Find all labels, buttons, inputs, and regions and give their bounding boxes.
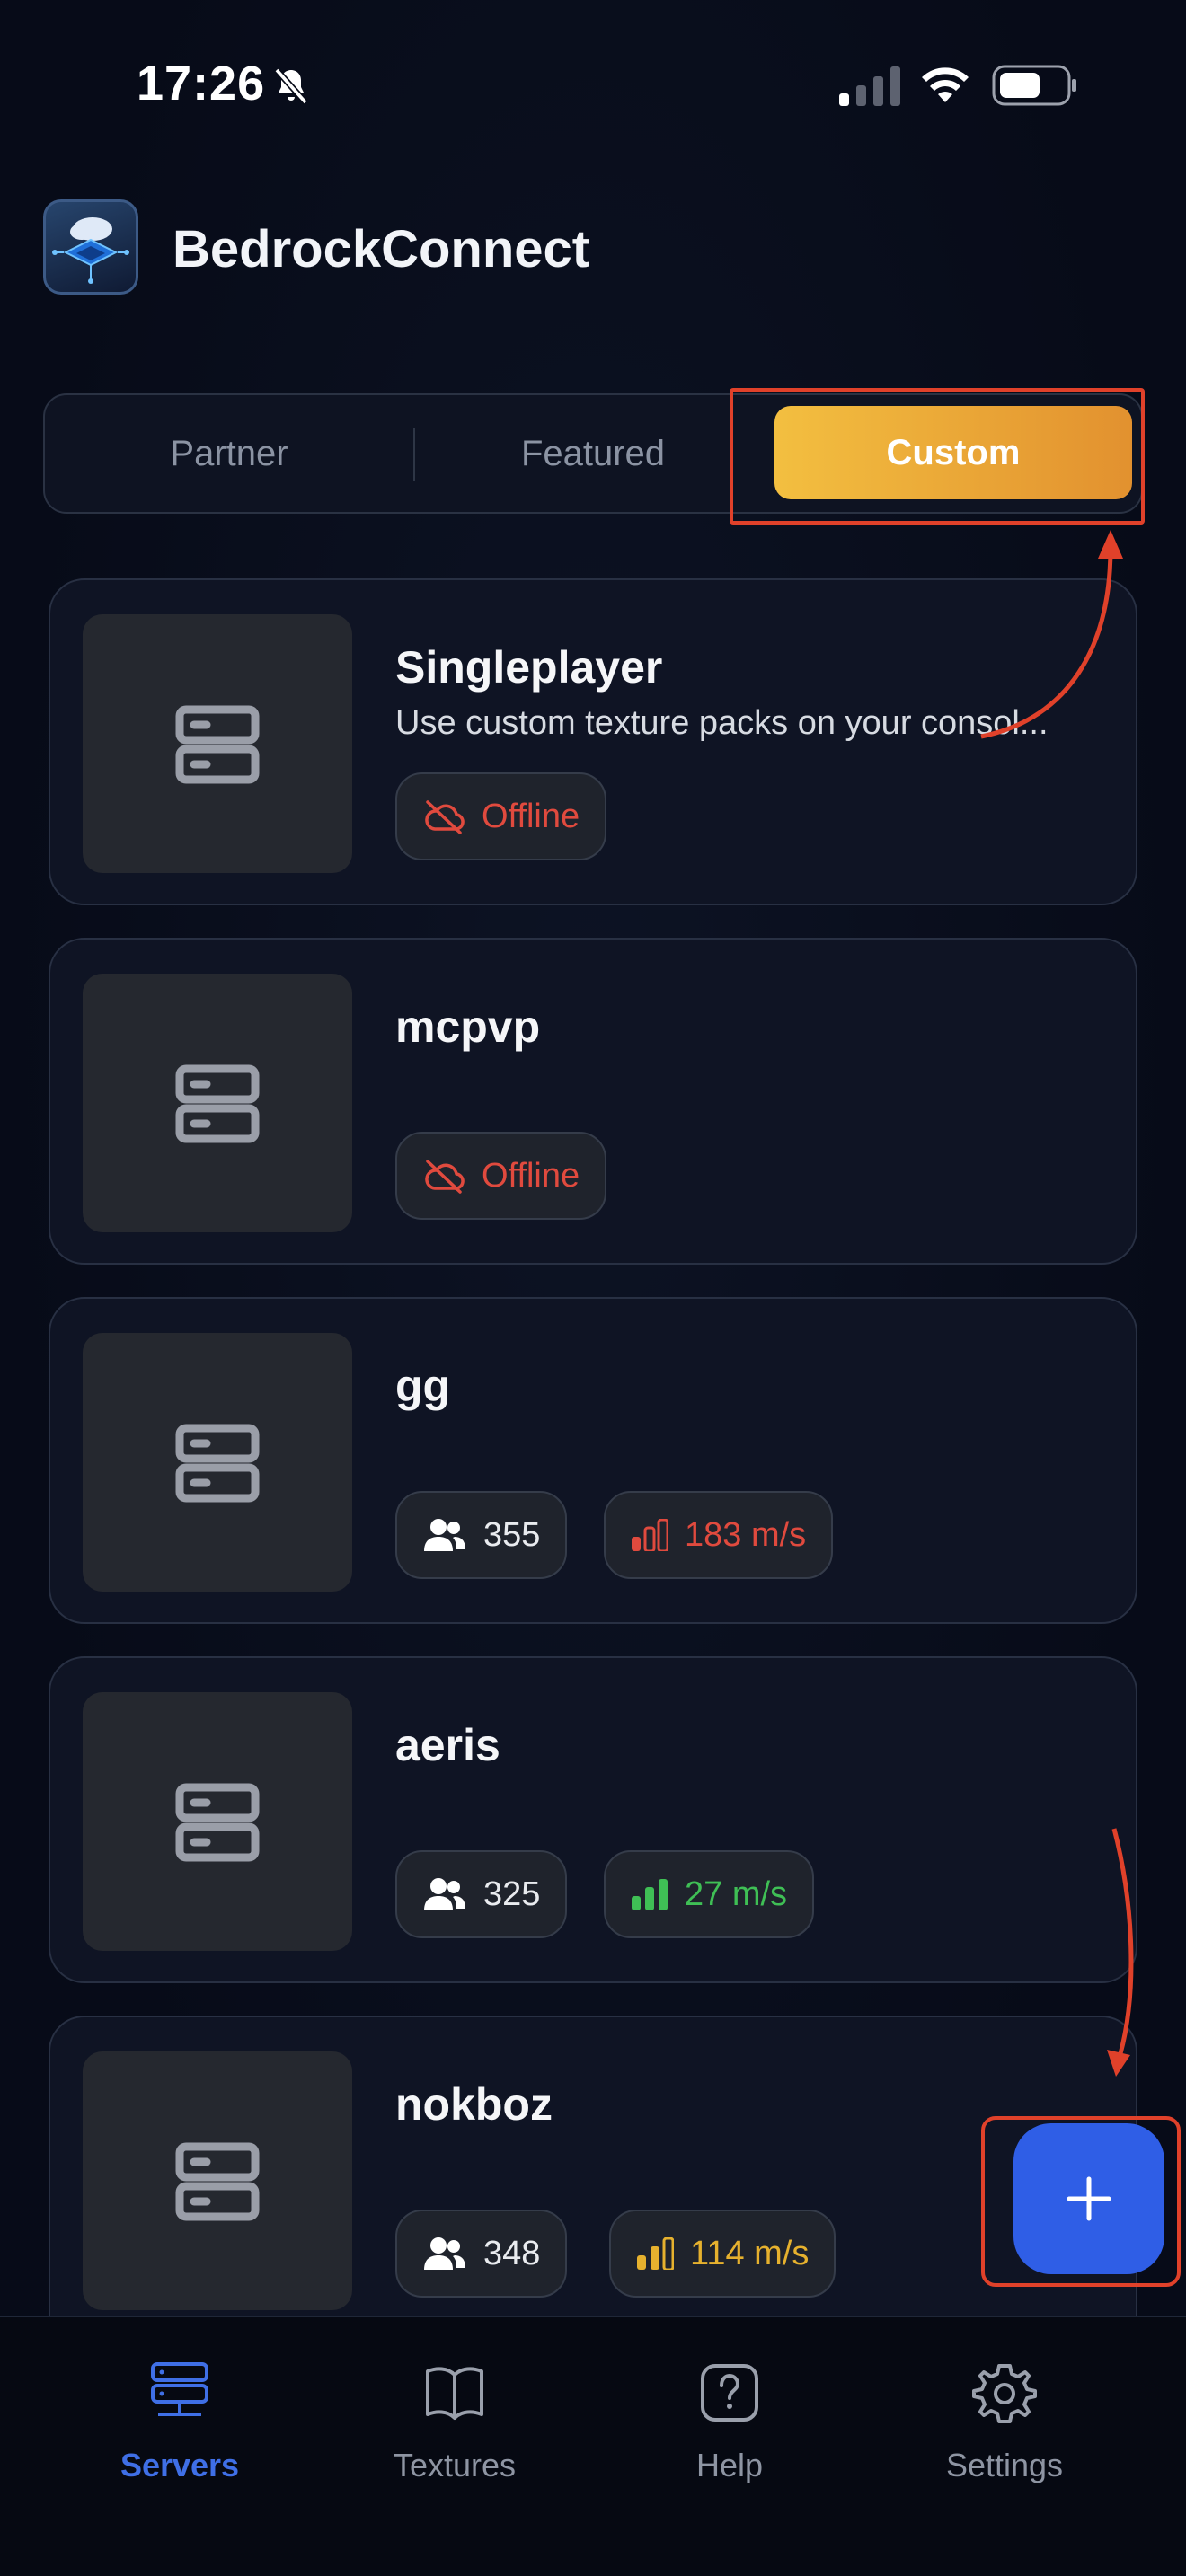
gear-icon xyxy=(972,2364,1037,2423)
nav-label: Settings xyxy=(945,2447,1064,2483)
question-mark-icon xyxy=(701,2364,758,2422)
server-stack-icon xyxy=(151,2362,208,2416)
nav-label: Textures xyxy=(393,2447,517,2483)
status-time: 17:26 xyxy=(137,57,266,110)
ping-bars-icon xyxy=(632,1519,668,1551)
player-count-badge: 355 xyxy=(395,1491,568,1579)
status-text: Offline xyxy=(482,797,580,835)
ping-badge: 114 m/s xyxy=(609,2210,836,2298)
tab-partner[interactable]: Partner xyxy=(45,395,413,512)
app-logo xyxy=(43,199,138,295)
nav-item-settings[interactable]: Settings xyxy=(870,2350,1139,2529)
player-count: 355 xyxy=(483,1515,541,1554)
plus-icon xyxy=(1067,2176,1111,2221)
nav-item-servers[interactable]: Servers xyxy=(45,2350,314,2529)
server-stack-icon xyxy=(175,705,260,784)
server-name: Singleplayer xyxy=(395,642,663,693)
status-text: Offline xyxy=(482,1156,580,1195)
server-name: mcpvp xyxy=(395,1001,541,1052)
server-card[interactable]: mcpvp Offline xyxy=(49,938,1137,1265)
player-count: 348 xyxy=(483,2234,541,2272)
server-name: aeris xyxy=(395,1720,500,1770)
server-card[interactable]: Singleplayer Use custom texture packs on… xyxy=(49,578,1137,905)
server-stack-icon xyxy=(175,1783,260,1862)
server-thumbnail xyxy=(83,614,352,873)
nav-label: Servers xyxy=(119,2447,240,2483)
arrow-head-up-icon xyxy=(1098,530,1123,559)
ping-badge: 27 m/s xyxy=(604,1850,815,1938)
open-book-icon xyxy=(426,2367,483,2420)
ping-bars-icon xyxy=(632,1879,668,1910)
server-thumbnail xyxy=(83,1692,352,1951)
player-count-badge: 348 xyxy=(395,2210,568,2298)
server-name: nokboz xyxy=(395,2079,553,2130)
player-count: 325 xyxy=(483,1875,541,1913)
server-name: gg xyxy=(395,1361,451,1411)
server-category-tabs: Partner Featured Custom xyxy=(43,393,1143,514)
battery-icon xyxy=(992,65,1076,106)
ping-value: 183 m/s xyxy=(685,1515,807,1554)
tab-custom[interactable]: Custom xyxy=(774,406,1132,499)
nav-item-textures[interactable]: Textures xyxy=(320,2350,589,2529)
add-server-button[interactable] xyxy=(1013,2123,1164,2274)
server-stack-icon xyxy=(175,2142,260,2221)
status-badge: Offline xyxy=(395,772,607,860)
ping-value: 27 m/s xyxy=(685,1875,788,1913)
bell-slash-icon xyxy=(274,67,308,105)
users-icon xyxy=(424,2237,465,2270)
server-stack-icon xyxy=(175,1424,260,1503)
server-thumbnail xyxy=(83,1333,352,1592)
server-thumbnail xyxy=(83,2051,352,2310)
app-screen: 17:26 BedrockConnect Partner Featured Cu… xyxy=(0,0,1186,2576)
users-icon xyxy=(424,1519,465,1551)
status-bar: 17:26 xyxy=(0,0,1186,171)
status-badge: Offline xyxy=(395,1132,607,1220)
nav-item-help[interactable]: Help xyxy=(595,2350,864,2529)
wifi-icon xyxy=(922,67,969,102)
app-title: BedrockConnect xyxy=(173,220,590,278)
cloud-off-icon xyxy=(425,800,465,834)
ping-value: 114 m/s xyxy=(690,2234,810,2272)
cloud-off-icon xyxy=(425,1160,465,1194)
bottom-navigation: Servers Textures Help Settings xyxy=(0,2316,1186,2576)
server-description: Use custom texture packs on your consol.… xyxy=(395,704,1049,742)
server-card[interactable]: aeris 325 27 m/s xyxy=(49,1656,1137,1983)
server-card[interactable]: gg 355 183 m/s xyxy=(49,1297,1137,1624)
player-count-badge: 325 xyxy=(395,1850,568,1938)
tab-featured[interactable]: Featured xyxy=(413,395,773,512)
ping-bars-icon xyxy=(637,2237,674,2270)
ping-badge: 183 m/s xyxy=(604,1491,834,1579)
users-icon xyxy=(424,1878,465,1910)
cellular-signal-icon xyxy=(839,66,900,106)
cloud-server-logo-icon xyxy=(52,217,129,284)
server-thumbnail xyxy=(83,974,352,1232)
nav-label: Help xyxy=(695,2447,764,2483)
server-stack-icon xyxy=(175,1064,260,1143)
